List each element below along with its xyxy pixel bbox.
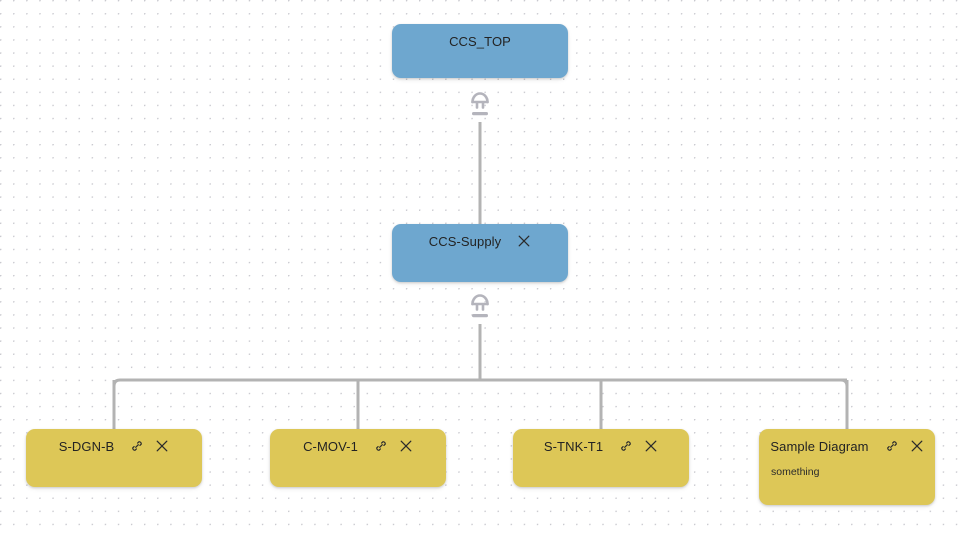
node-ccs-supply[interactable]: CCS-Supply [392,224,568,282]
node-actions [885,439,924,453]
link-icon[interactable] [619,439,633,453]
link-icon[interactable] [130,439,144,453]
node-c-mov-1[interactable]: C-MOV-1 [270,429,446,487]
plug-icon [471,294,489,318]
close-icon[interactable] [910,439,924,453]
diagram-canvas[interactable]: CCS_TOP CCS-Supply S-DGN-B C-MOV-1 S-TNK… [0,0,967,533]
node-title: Sample Diagram [770,438,869,454]
link-icon[interactable] [885,439,899,453]
node-actions [374,439,413,453]
node-sample-diagram[interactable]: Sample Diagram something [759,429,935,505]
node-body-text: something [771,466,820,478]
node-title: CCS-Supply [428,233,502,249]
plug-icon [471,92,489,116]
plug-base [472,314,488,318]
close-icon[interactable] [155,439,169,453]
plug-base [472,112,488,116]
node-header: CCS-Supply [392,224,568,258]
close-icon[interactable] [644,439,658,453]
node-actions [130,439,169,453]
close-icon[interactable] [517,234,531,248]
node-actions [517,234,531,248]
node-header: S-DGN-B [26,429,202,463]
node-header: S-TNK-T1 [513,429,689,463]
port-ccs-supply-bottom[interactable] [467,288,493,318]
node-title: S-TNK-T1 [543,438,604,454]
edge-corner-left [112,378,121,392]
edge-corner-right [840,378,849,392]
port-ccs-top-bottom[interactable] [467,86,493,116]
link-icon[interactable] [374,439,388,453]
node-header: CCS_TOP [392,24,568,58]
node-ccs-top[interactable]: CCS_TOP [392,24,568,78]
node-title: C-MOV-1 [303,438,358,454]
node-header: Sample Diagram [759,429,935,463]
close-icon[interactable] [399,439,413,453]
node-title: CCS_TOP [449,33,511,49]
node-title: S-DGN-B [58,438,115,454]
node-s-tnk-t1[interactable]: S-TNK-T1 [513,429,689,487]
node-actions [619,439,658,453]
node-s-dgn-b[interactable]: S-DGN-B [26,429,202,487]
node-header: C-MOV-1 [270,429,446,463]
